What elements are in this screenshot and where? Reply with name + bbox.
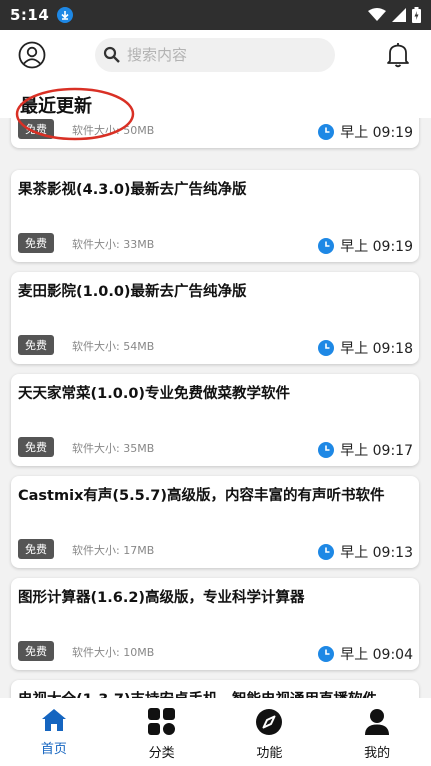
app-card[interactable]: 果茶影视(4.3.0)最新去广告纯净版免费 软件大小: 33MB 早上 09:19 xyxy=(11,170,419,262)
nav-mine-label: 我的 xyxy=(364,746,391,761)
nav-features-label: 功能 xyxy=(256,746,283,761)
update-time-text: 早上 09:04 xyxy=(340,647,413,663)
clock-icon xyxy=(318,340,335,356)
app-title: 电视大全(1.3.7)支持安卓手机、智能电视通用直播软件 xyxy=(18,688,413,698)
nav-category-label: 分类 xyxy=(148,746,175,761)
clock-icon xyxy=(318,442,335,458)
update-time: 早上 09:13 xyxy=(318,542,413,562)
clock-icon xyxy=(318,238,335,254)
home-icon xyxy=(41,709,66,731)
free-badge: 免费 xyxy=(18,437,54,457)
nav-category[interactable]: 分类 xyxy=(108,698,216,766)
clock-icon xyxy=(318,544,335,560)
update-time: 早上 09:18 xyxy=(318,338,413,358)
update-time-text: 早上 09:17 xyxy=(340,443,413,459)
app-card[interactable]: 图形计算器(1.6.2)高级版，专业科学计算器免费 软件大小: 10MB 早上 09… xyxy=(11,578,419,670)
nav-home[interactable]: 首页 xyxy=(0,698,108,766)
grid-icon xyxy=(147,708,175,735)
app-size: 软件大小: 10MB xyxy=(72,646,155,659)
app-card[interactable]: 麦田影院(1.0.0)最新去广告纯净版免费 软件大小: 54MB 早上 09:18 xyxy=(11,272,419,364)
recent-updates-list[interactable]: 最近更新 免费 软件大小: 50MB 早上 09:19 果茶影视(4.3.0)最新去广… xyxy=(0,82,431,698)
update-time: 早上 09:17 xyxy=(318,440,413,460)
update-time-text: 早上 09:19 xyxy=(340,125,413,141)
update-time-text: 早上 09:18 xyxy=(340,341,413,357)
nav-features[interactable]: 功能 xyxy=(216,698,324,766)
update-time: 早上 09:04 xyxy=(318,644,413,664)
search-icon xyxy=(103,46,120,63)
free-badge: 免费 xyxy=(18,539,54,559)
download-icon xyxy=(57,7,74,23)
notification-bell-icon[interactable] xyxy=(386,42,410,68)
app-title: 果茶影视(4.3.0)最新去广告纯净版 xyxy=(18,182,247,198)
nav-mine[interactable]: 我的 xyxy=(323,698,431,766)
update-time-text: 早上 09:13 xyxy=(340,545,413,561)
free-badge: 免费 xyxy=(18,233,54,253)
app-title: 天天家常菜(1.0.0)专业免费做菜教学软件 xyxy=(18,386,291,402)
compass-icon xyxy=(256,709,283,735)
free-badge: 免费 xyxy=(18,335,54,355)
profile-icon[interactable] xyxy=(18,41,46,69)
app-size: 软件大小: 35MB xyxy=(72,442,155,455)
app-size: 软件大小: 54MB xyxy=(72,340,155,353)
app-card[interactable]: Castmix有声(5.5.7)高级版，内容丰富的有声听书软件免费 软件大小: 1… xyxy=(11,476,419,568)
bottom-navigation: 首页 分类 功能 我的 xyxy=(0,698,431,766)
app-size: 软件大小: 50MB xyxy=(72,124,155,137)
section-title: 最近更新 xyxy=(20,96,92,117)
clock-icon xyxy=(318,124,335,140)
person-icon xyxy=(365,709,390,735)
update-time: 早上 09:19 xyxy=(318,236,413,256)
app-card[interactable]: 电视大全(1.3.7)支持安卓手机、智能电视通用直播软件 xyxy=(11,680,419,698)
update-time: 早上 09:19 xyxy=(318,122,413,142)
app-size: 软件大小: 33MB xyxy=(72,238,155,251)
search-input[interactable] xyxy=(127,46,317,64)
app-title: 图形计算器(1.6.2)高级版，专业科学计算器 xyxy=(18,590,305,606)
wifi-icon xyxy=(368,8,386,21)
nav-home-label: 首页 xyxy=(40,742,67,757)
app-title: 麦田影院(1.0.0)最新去广告纯净版 xyxy=(18,284,247,300)
status-bar: 5:14 xyxy=(0,0,431,30)
free-badge: 免费 xyxy=(18,119,54,139)
battery-icon xyxy=(412,7,421,23)
top-app-bar xyxy=(0,30,431,82)
search-bar[interactable] xyxy=(95,38,335,72)
cellular-icon xyxy=(392,8,406,22)
app-card[interactable]: 天天家常菜(1.0.0)专业免费做菜教学软件免费 软件大小: 35MB 早上 09:… xyxy=(11,374,419,466)
app-size: 软件大小: 17MB xyxy=(72,544,155,557)
update-time-text: 早上 09:19 xyxy=(340,239,413,255)
status-time: 5:14 xyxy=(10,6,50,24)
free-badge: 免费 xyxy=(18,641,54,661)
app-title: Castmix有声(5.5.7)高级版，内容丰富的有声听书软件 xyxy=(18,488,385,504)
clock-icon xyxy=(318,646,335,662)
